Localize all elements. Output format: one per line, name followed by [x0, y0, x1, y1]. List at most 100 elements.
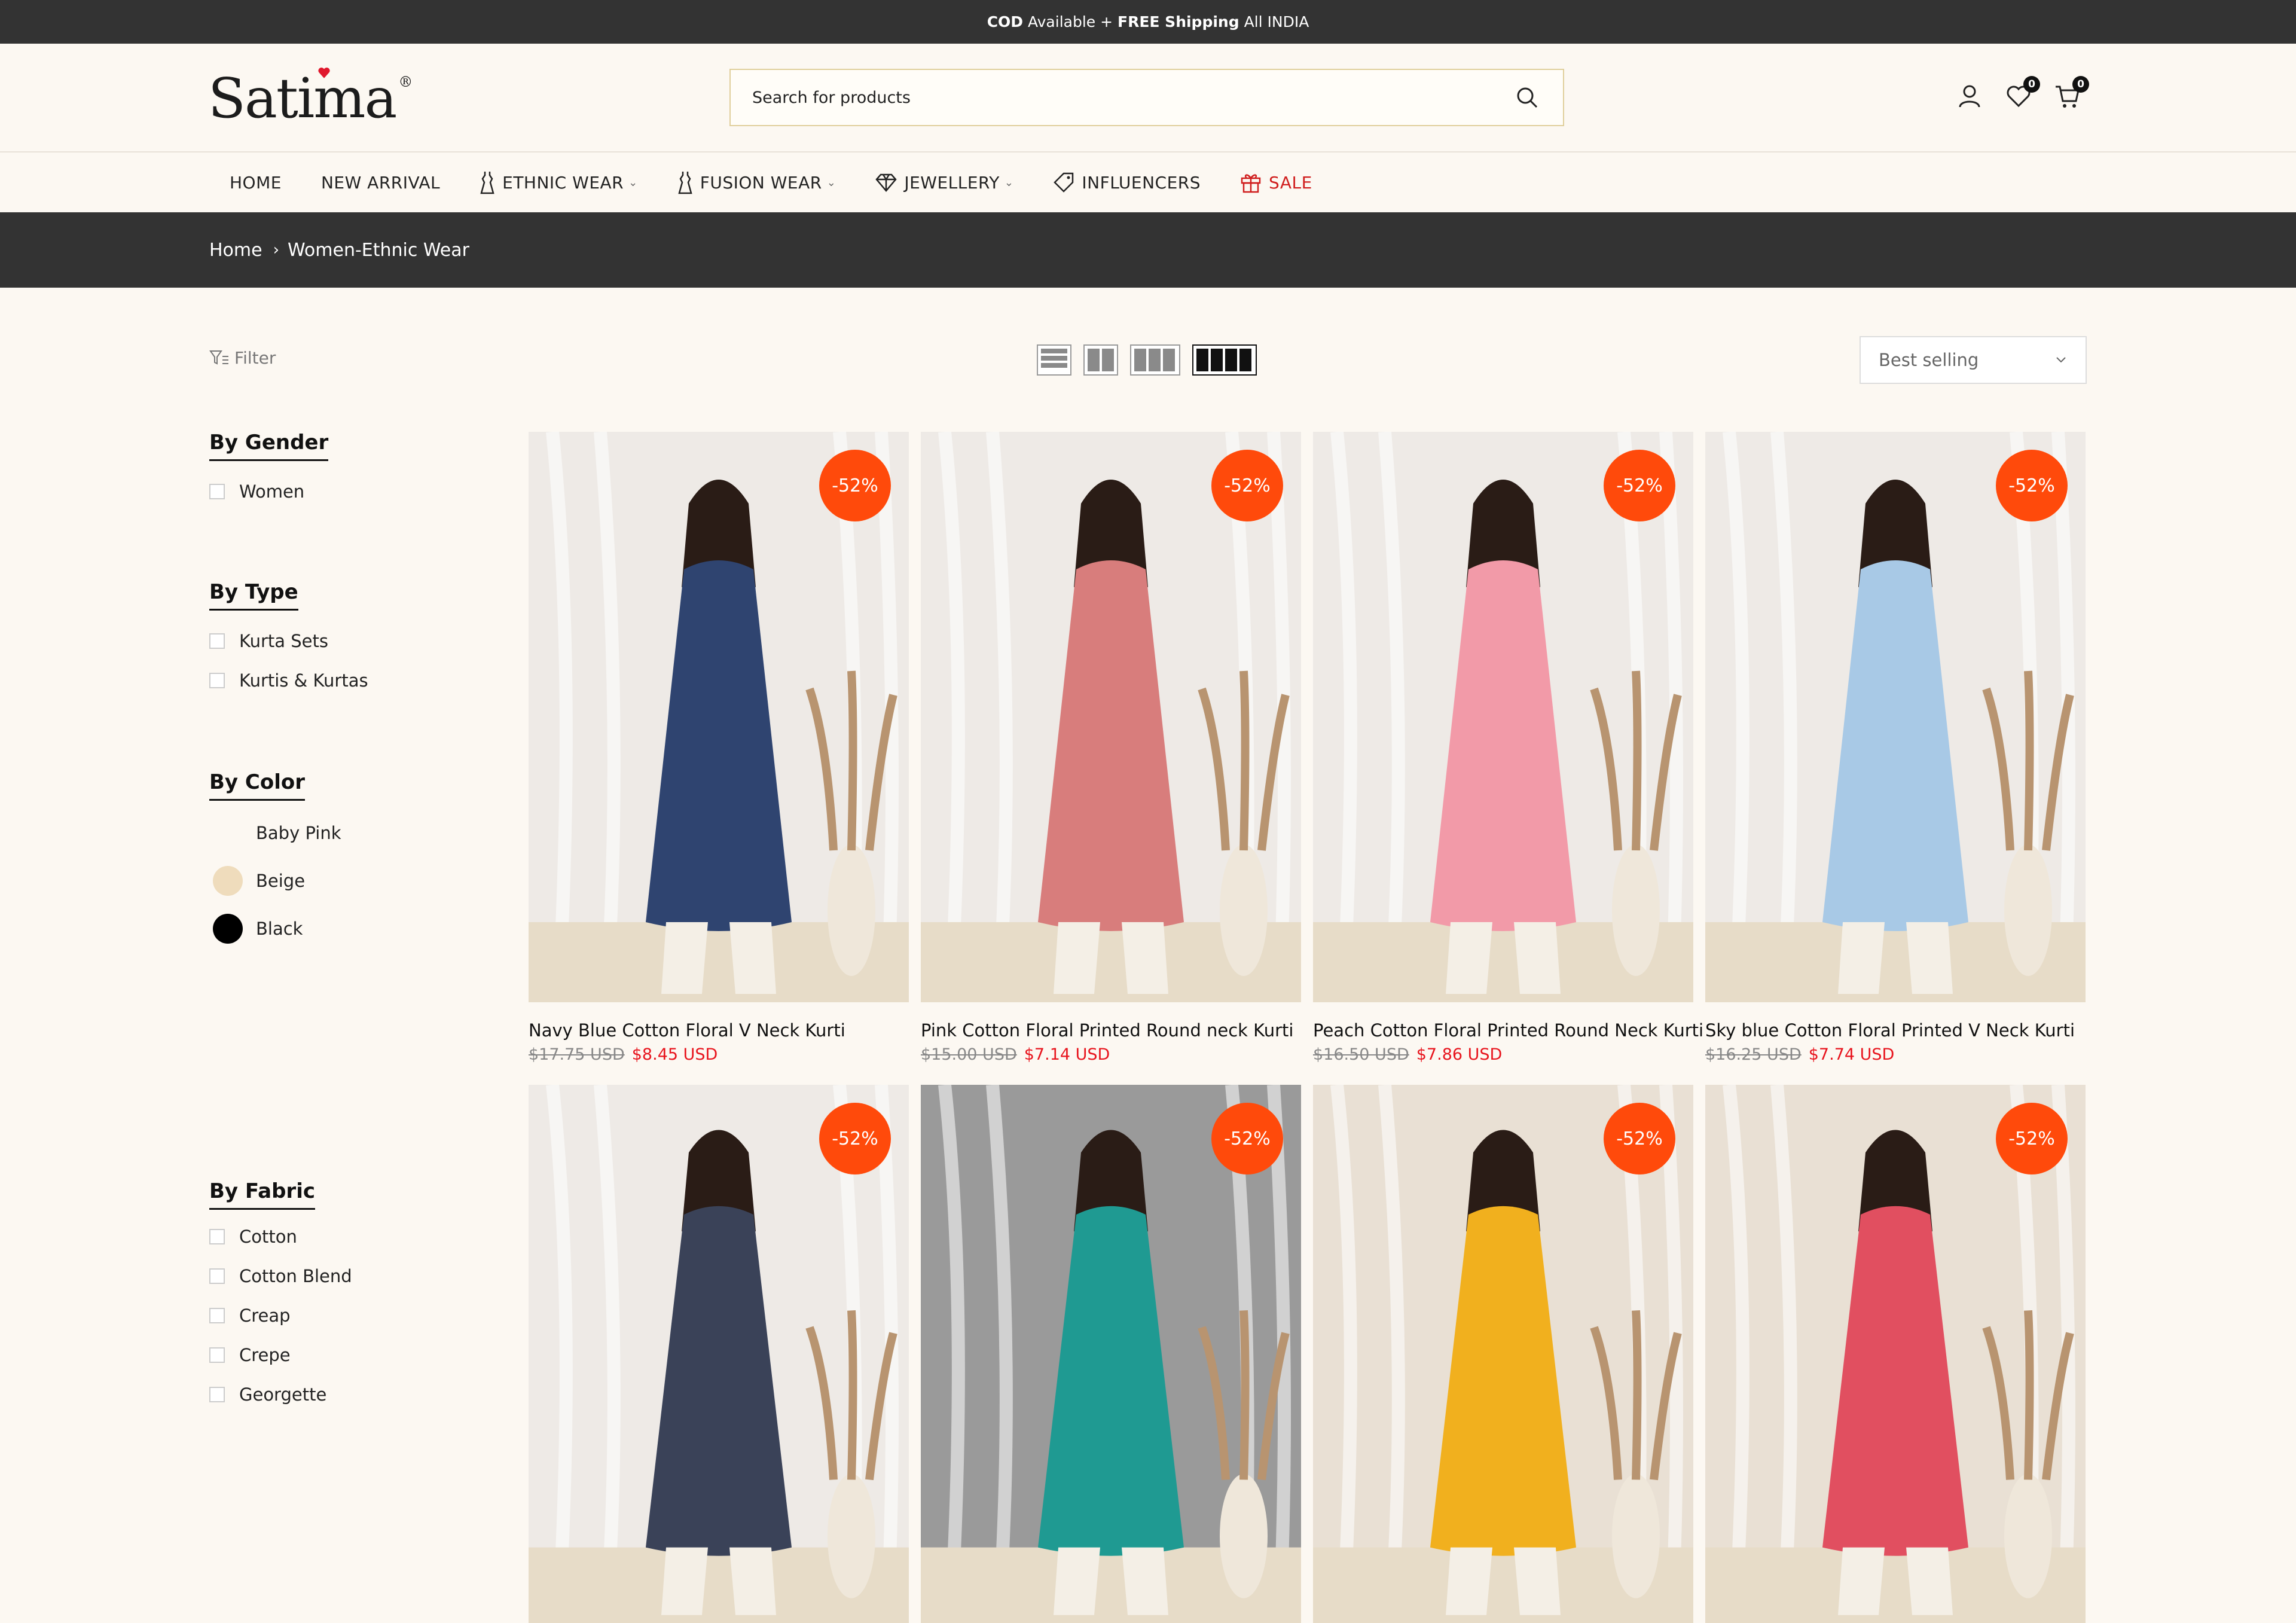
brand-name: Satima [208, 66, 397, 130]
nav-jewellery[interactable]: JEWELLERY ⌄ [875, 173, 1013, 193]
product-name[interactable]: Sky blue Cotton Floral Printed V Neck Ku… [1705, 1020, 2086, 1041]
filter-option[interactable]: Georgette [209, 1375, 352, 1414]
product-name[interactable]: Peach Cotton Floral Printed Round Neck K… [1313, 1020, 1703, 1041]
nav-sale-label: SALE [1269, 172, 1312, 193]
product-card[interactable]: -52% Peach Cotton Floral Printed Round Ne… [1313, 432, 1703, 1064]
filter-option-label: Creap [239, 1305, 291, 1326]
discount-badge: -52% [1604, 450, 1675, 521]
filter-option[interactable]: Cotton Blend [209, 1256, 352, 1296]
filter-icon [209, 350, 228, 365]
sale-price: $7.14 USD [1024, 1045, 1110, 1064]
nav-home[interactable]: HOME [230, 173, 282, 193]
sort-value: Best selling [1879, 350, 1979, 370]
original-price: $16.25 USD [1705, 1045, 1802, 1064]
announcement-india: All INDIA [1239, 13, 1309, 30]
checkbox[interactable] [209, 1268, 225, 1284]
filter-option-label: Kurta Sets [239, 631, 328, 651]
checkbox[interactable] [209, 1308, 225, 1323]
dress-icon [678, 172, 692, 194]
product-image[interactable]: -52% [921, 432, 1301, 1002]
nav-jewellery-label: JEWELLERY [904, 172, 1000, 193]
filter-option[interactable]: Cotton [209, 1217, 352, 1256]
product-card[interactable]: -52% [1705, 1085, 2086, 1623]
view-list-button[interactable] [1037, 344, 1071, 376]
search-icon[interactable] [1515, 86, 1539, 109]
product-card[interactable]: -52% Sky blue Cotton Floral Printed V Nec… [1705, 432, 2086, 1064]
product-image[interactable]: -52% [529, 1085, 909, 1623]
nav-sale[interactable]: SALE [1240, 172, 1312, 193]
sale-price: $7.86 USD [1416, 1045, 1503, 1064]
chevron-down-icon [2056, 357, 2066, 363]
nav-ethnic-wear[interactable]: ETHNIC WEAR ⌄ [480, 170, 638, 194]
account-icon[interactable] [1955, 82, 1984, 111]
breadcrumb-current: Women-Ethnic Wear [288, 239, 469, 261]
product-image[interactable]: -52% [921, 1085, 1301, 1623]
chevron-down-icon: ⌄ [628, 176, 638, 189]
discount-badge: -52% [1604, 1103, 1675, 1174]
view-grid-2-button[interactable] [1083, 344, 1118, 376]
color-swatch[interactable] [213, 866, 243, 896]
filter-option[interactable]: Kurtis & Kurtas [209, 661, 368, 700]
filter-title: By Color [209, 770, 306, 801]
filter-title: By Gender [209, 431, 329, 461]
product-image[interactable]: -52% [1705, 432, 2086, 1002]
original-price: $15.00 USD [921, 1045, 1017, 1064]
site-header: Satima ® 0 0 [0, 44, 2296, 152]
original-price: $17.75 USD [529, 1045, 625, 1064]
product-image[interactable]: -52% [1313, 432, 1693, 1002]
sort-select[interactable]: Best selling [1860, 336, 2087, 384]
main-nav: HOME NEW ARRIVAL ETHNIC WEAR ⌄ FUSION WEA… [0, 152, 2296, 212]
product-card[interactable]: -52% [1313, 1085, 1693, 1623]
product-card[interactable]: -52% Pink Cotton Floral Printed Round nec… [921, 432, 1301, 1064]
filter-option-label: Kurtis & Kurtas [239, 670, 368, 691]
filter-option[interactable]: Crepe [209, 1335, 352, 1375]
brand-logo[interactable]: Satima ® [208, 65, 413, 131]
search-input[interactable] [751, 87, 1471, 108]
view-grid-4-button[interactable] [1192, 344, 1257, 376]
filter-option[interactable]: Kurta Sets [209, 621, 368, 661]
filter-option-label: Women [239, 481, 305, 502]
announcement-bar: COD Available + FREE Shipping All INDIA [0, 0, 2296, 44]
product-image[interactable]: -52% [529, 432, 909, 1002]
color-option[interactable]: Black & White [209, 953, 484, 956]
announcement-free-shipping: FREE Shipping [1118, 13, 1239, 30]
checkbox[interactable] [209, 1229, 225, 1244]
product-image[interactable]: -52% [1705, 1085, 2086, 1623]
checkbox[interactable] [209, 1347, 225, 1363]
checkbox[interactable] [209, 633, 225, 649]
color-option[interactable]: Baby Pink [209, 809, 484, 857]
color-option[interactable]: Black [209, 905, 484, 953]
product-image[interactable]: -52% [1313, 1085, 1693, 1623]
filter-option[interactable]: Women [209, 472, 328, 511]
filter-option[interactable]: Creap [209, 1296, 352, 1335]
filter-option-label: Crepe [239, 1345, 291, 1365]
product-card[interactable]: -52% Navy Blue Cotton Floral V Neck Kurti… [529, 432, 909, 1064]
nav-new-arrival[interactable]: NEW ARRIVAL [321, 173, 440, 193]
breadcrumb-home[interactable]: Home [209, 240, 262, 261]
product-name[interactable]: Navy Blue Cotton Floral V Neck Kurti [529, 1020, 909, 1041]
color-swatch[interactable] [213, 818, 243, 848]
color-option[interactable]: Beige [209, 857, 484, 905]
view-grid-3-button[interactable] [1130, 344, 1180, 376]
product-card[interactable]: -52% [529, 1085, 909, 1623]
product-card[interactable]: -52% [921, 1085, 1301, 1623]
wishlist-icon[interactable]: 0 [2004, 76, 2040, 111]
color-swatch[interactable] [213, 914, 243, 944]
filter-button[interactable]: Filter [209, 348, 276, 368]
brand-reg-mark: ® [398, 74, 413, 90]
discount-badge: -52% [819, 450, 891, 521]
product-name[interactable]: Pink Cotton Floral Printed Round neck Ku… [921, 1020, 1301, 1041]
heart-logo-icon [318, 67, 330, 78]
nav-fusion-wear[interactable]: FUSION WEAR ⌄ [677, 170, 836, 194]
gift-icon [1241, 174, 1261, 193]
product-price: $16.25 USD $7.74 USD [1705, 1045, 2086, 1064]
filter-group-fabric: By Fabric Cotton Cotton Blend Creap Crep… [209, 1179, 352, 1414]
search-bar [729, 69, 1564, 126]
discount-badge: -52% [1211, 1103, 1283, 1174]
checkbox[interactable] [209, 484, 225, 499]
nav-influencers[interactable]: INFLUENCERS [1053, 172, 1201, 193]
checkbox[interactable] [209, 1387, 225, 1402]
grid-view-switcher [1037, 344, 1257, 376]
checkbox[interactable] [209, 673, 225, 688]
cart-icon[interactable]: 0 [2053, 76, 2089, 111]
